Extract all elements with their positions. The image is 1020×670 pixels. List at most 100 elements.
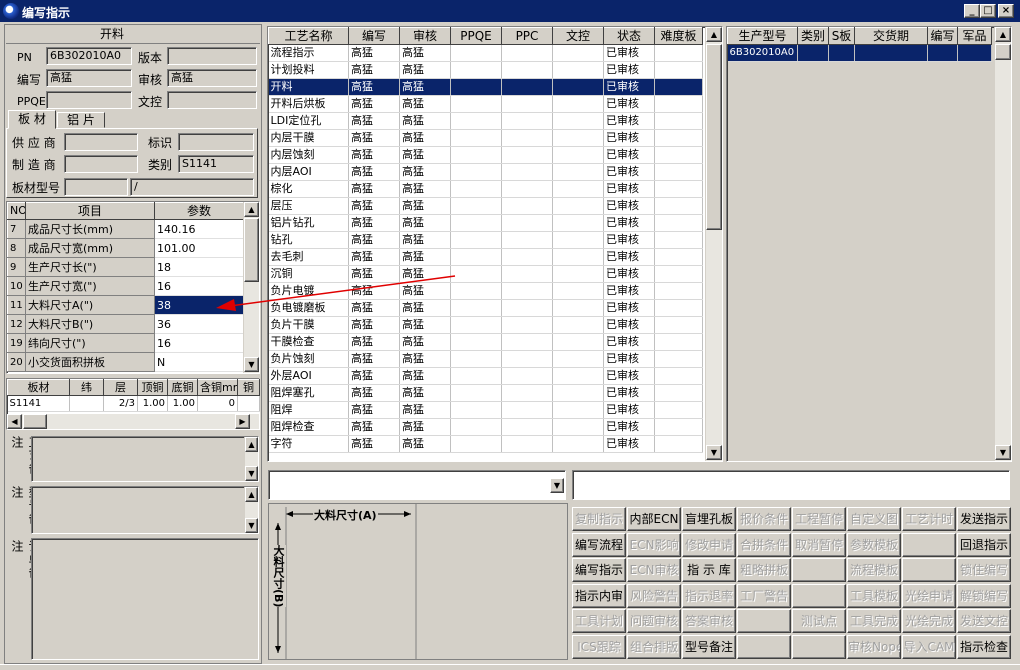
action-button[interactable]: 组合排版: [627, 635, 681, 659]
process-scrollbar[interactable]: ▲ ▼: [705, 27, 722, 461]
minimize-button[interactable]: _: [964, 4, 980, 18]
scroll-up-icon[interactable]: ▲: [245, 437, 258, 452]
process-header[interactable]: 难度板: [654, 27, 703, 45]
board-model-field[interactable]: [64, 178, 128, 196]
action-button[interactable]: 工程暂停: [792, 507, 846, 531]
action-button[interactable]: 修改申请: [682, 532, 736, 557]
tab-board-material[interactable]: 板 材: [8, 110, 56, 129]
scroll-up-icon[interactable]: ▲: [244, 202, 259, 217]
tab-aluminum-sheet[interactable]: 铝 片: [57, 112, 105, 128]
action-button[interactable]: 流程模板: [847, 558, 901, 583]
action-button[interactable]: 指示退率: [682, 583, 736, 608]
action-button[interactable]: [792, 583, 846, 608]
action-button[interactable]: 指示内审: [572, 583, 626, 608]
process-row[interactable]: 阻焊 高猛 高猛 已审核: [268, 401, 703, 419]
production-row[interactable]: 6B302010A0: [727, 44, 992, 62]
scroll-down-icon[interactable]: ▼: [245, 466, 258, 481]
param-row[interactable]: 19 纬向尺寸(") 16: [7, 333, 244, 353]
production-header[interactable]: 交货期: [854, 27, 928, 45]
param-row[interactable]: 7 成品尺寸长(mm) 140.16: [7, 219, 244, 239]
category-field[interactable]: S1141: [178, 155, 254, 173]
pn-field[interactable]: 6B302010A0: [46, 47, 132, 65]
action-button[interactable]: 指示检查: [957, 635, 1011, 659]
order-note-field[interactable]: [31, 538, 259, 660]
action-button[interactable]: 参数模板: [847, 532, 901, 557]
action-button[interactable]: 问题审核: [627, 609, 681, 634]
process-row[interactable]: 外层AOI 高猛 高猛 已审核: [268, 367, 703, 385]
scroll-up-icon[interactable]: ▲: [706, 27, 722, 42]
action-button[interactable]: 盲埋孔板: [682, 507, 736, 531]
action-button[interactable]: 发送文控: [957, 609, 1011, 634]
note-scrollbar[interactable]: ▲ ▼: [244, 437, 258, 481]
board-header[interactable]: 纬: [69, 379, 104, 396]
param-header-item[interactable]: 项目: [25, 202, 155, 220]
action-button[interactable]: 答案审核: [682, 609, 736, 634]
param-value[interactable]: 140.16: [154, 219, 244, 239]
scroll-up-icon[interactable]: ▲: [995, 27, 1011, 42]
production-header[interactable]: 军品: [957, 27, 992, 45]
action-button[interactable]: [902, 532, 956, 557]
scroll-down-icon[interactable]: ▼: [244, 357, 259, 372]
action-button[interactable]: 合拼条件: [737, 532, 791, 557]
author-field[interactable]: 高猛: [46, 69, 132, 87]
process-row[interactable]: 钻孔 高猛 高猛 已审核: [268, 231, 703, 249]
action-button[interactable]: [902, 558, 956, 583]
process-header[interactable]: 工艺名称: [268, 27, 349, 45]
scroll-left-icon[interactable]: ◀: [7, 414, 22, 429]
production-header[interactable]: 编写: [927, 27, 958, 45]
action-button[interactable]: 光绘申请: [902, 583, 956, 608]
model-note-field[interactable]: ▲ ▼: [31, 486, 259, 534]
process-row[interactable]: 去毛刺 高猛 高猛 已审核: [268, 248, 703, 266]
board-header[interactable]: 层: [103, 379, 138, 396]
process-row[interactable]: 内层AOI 高猛 高猛 已审核: [268, 163, 703, 181]
process-row[interactable]: 内层干膜 高猛 高猛 已审核: [268, 129, 703, 147]
scroll-thumb[interactable]: [995, 44, 1011, 60]
process-row[interactable]: 内层蚀刻 高猛 高猛 已审核: [268, 146, 703, 164]
production-header[interactable]: 生产型号: [727, 27, 798, 45]
board-header[interactable]: 底铜: [167, 379, 198, 396]
action-button[interactable]: 回退指示: [957, 532, 1011, 557]
command-input[interactable]: [572, 470, 1010, 500]
action-button[interactable]: 粗略拼板: [737, 558, 791, 583]
action-button[interactable]: [737, 635, 791, 659]
doc-control-field[interactable]: [167, 91, 257, 109]
param-header-value[interactable]: 参数: [154, 202, 244, 220]
param-header-no[interactable]: NO: [7, 202, 26, 220]
action-button[interactable]: 发送指示: [957, 507, 1011, 531]
scroll-right-icon[interactable]: ▶: [235, 414, 250, 429]
action-button[interactable]: 编写指示: [572, 558, 626, 583]
action-button[interactable]: 工具模板: [847, 583, 901, 608]
action-button[interactable]: 审核Nope: [847, 635, 901, 659]
process-header[interactable]: 状态: [603, 27, 655, 45]
process-row[interactable]: 铝片钻孔 高猛 高猛 已审核: [268, 214, 703, 232]
supplier-field[interactable]: [64, 133, 138, 151]
process-header[interactable]: PPC: [501, 27, 553, 45]
action-button[interactable]: [737, 609, 791, 634]
scroll-down-icon[interactable]: ▼: [995, 445, 1011, 460]
scroll-up-icon[interactable]: ▲: [245, 487, 258, 502]
action-button[interactable]: [792, 558, 846, 583]
board-header[interactable]: 铜: [237, 379, 260, 396]
action-button[interactable]: 解锁编写: [957, 583, 1011, 608]
param-row[interactable]: 8 成品尺寸宽(mm) 101.00: [7, 238, 244, 258]
process-header[interactable]: PPQE: [450, 27, 502, 45]
action-button[interactable]: 编写流程: [572, 532, 626, 557]
action-button[interactable]: 取消暂停: [792, 532, 846, 557]
production-header[interactable]: 类别: [797, 27, 829, 45]
action-button[interactable]: 报价条件: [737, 507, 791, 531]
process-header[interactable]: 编写: [348, 27, 400, 45]
ppqe-field[interactable]: [46, 91, 132, 109]
board-header[interactable]: 含铜mm: [197, 379, 238, 396]
production-scrollbar[interactable]: ▲ ▼: [994, 27, 1011, 461]
action-button[interactable]: 工具计划: [572, 609, 626, 634]
action-button[interactable]: ECN影响: [627, 532, 681, 557]
action-button[interactable]: ECN审核: [627, 558, 681, 583]
chevron-down-icon[interactable]: ▼: [550, 478, 564, 493]
action-button[interactable]: 指 示 库: [682, 558, 736, 583]
param-value[interactable]: N: [154, 352, 244, 372]
note-scrollbar[interactable]: ▲ ▼: [244, 487, 258, 533]
board-header[interactable]: 顶铜: [137, 379, 168, 396]
scroll-down-icon[interactable]: ▼: [245, 518, 258, 533]
board-row[interactable]: S1141 2/3 1.00 1.00 0: [7, 395, 260, 412]
action-button[interactable]: 锁住编写: [957, 558, 1011, 583]
